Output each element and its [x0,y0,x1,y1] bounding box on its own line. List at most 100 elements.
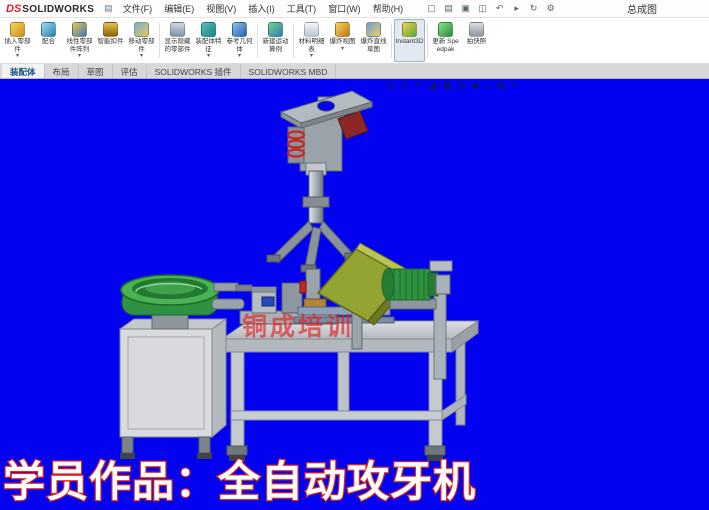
apply-scene-icon[interactable]: ▨ [497,80,506,91]
bill-of-materials-icon [304,22,319,37]
ribbon-button-label: 更新 Speedpak [431,38,460,53]
save-icon[interactable]: ▣ [459,3,472,14]
smart-fasteners-button[interactable]: 智能扣件 [95,19,126,62]
instant3d-icon [402,22,417,37]
assembly-features-icon [201,22,216,37]
new-motion-study-icon [268,22,283,37]
open-document-icon[interactable]: ▤ [442,3,455,14]
ribbon-separator [293,23,294,58]
reference-geometry-icon [232,22,247,37]
undo-icon[interactable]: ↶ [493,3,506,14]
section-view-icon[interactable]: ◪ [429,80,438,91]
ribbon-button-label: 爆炸视图 [330,38,356,46]
ribbon-separator [427,23,428,58]
graphics-viewport[interactable]: ◳ ◱ ↶ ◪ ▦ ◍ ◉ ◐ ▨ ◓ 铜成培训 学员作品：全自动攻牙机 [0,79,709,510]
ribbon-button-label: 新建运动算例 [261,38,290,53]
ribbon-button-label: 线性零部件阵列 [65,38,94,53]
zoom-area-icon[interactable]: ◱ [401,80,410,91]
quick-access-toolbar: ▢ ▤ ▣ ◫ ↶ ▸ ↻ ⚙ [425,3,557,14]
take-snapshot-button[interactable]: 拍快照 [461,19,492,62]
ribbon-button-label: 智能扣件 [98,38,124,46]
tab-assembly[interactable]: 装配体 [2,64,45,78]
zoom-fit-icon[interactable]: ◳ [386,80,395,91]
tab-evaluate[interactable]: 评估 [113,64,147,78]
command-manager-tabs: 装配体 布局 草图 评估 SOLIDWORKS 插件 SOLIDWORKS MB… [0,64,709,79]
explode-line-sketch-icon [366,22,381,37]
update-speedpak-button[interactable]: 更新 Speedpak [430,19,461,62]
mate-icon [41,22,56,37]
print-icon[interactable]: ◫ [476,3,489,14]
chevron-down-icon: ▾ [238,53,241,59]
exploded-view-button[interactable]: 爆炸视图 ▾ [327,19,358,62]
new-motion-study-button[interactable]: 新建运动算例 [260,19,291,62]
ribbon-button-label: 移动零部件 [127,38,156,53]
show-hidden-components-icon [170,22,185,37]
show-hidden-components-button[interactable]: 显示隐藏的零部件 [162,19,193,62]
explode-line-sketch-button[interactable]: 爆炸直线草图 [358,19,389,62]
chevron-down-icon: ▾ [16,53,19,59]
menu-window[interactable]: 窗口(W) [322,0,367,17]
new-document-icon[interactable]: ▢ [425,3,438,14]
brand-name: SOLIDWORKS [22,4,94,15]
linear-pattern-icon [72,22,87,37]
solidworks-logo: DS SOLIDWORKS [6,3,94,15]
reference-geometry-button[interactable]: 参考几何体 ▾ [224,19,255,62]
watermark-text: 铜成培训 [242,307,354,343]
solidworks-window: DS SOLIDWORKS ▤ 文件(F) 编辑(E) 视图(V) 插入(I) … [0,0,709,510]
chevron-down-icon: ▾ [140,53,143,59]
ribbon-button-label: 配合 [42,38,55,46]
chevron-down-icon: ▾ [310,53,313,59]
select-arrow-icon[interactable]: ▸ [510,3,523,14]
menu-help[interactable]: 帮助(H) [367,0,410,17]
tab-solidworks-mbd[interactable]: SOLIDWORKS MBD [241,64,337,78]
bill-of-materials-button[interactable]: 材料明细表 ▾ [296,19,327,62]
ribbon-button-label: 参考几何体 [225,38,254,53]
caption-text: 学员作品：全自动攻牙机 [3,458,476,506]
insert-components-button[interactable]: 插入零部件 ▾ [2,19,33,62]
instant3d-button[interactable]: Instant3D [394,19,425,62]
feeder-stand [120,319,226,459]
ribbon-separator [257,23,258,58]
menu-file[interactable]: 文件(F) [117,0,159,17]
ribbon-separator [159,23,160,58]
exploded-view-icon [335,22,350,37]
ribbon-button-label: 拍快照 [467,38,487,46]
display-style-icon[interactable]: ◍ [458,80,466,91]
menu-bar: DS SOLIDWORKS ▤ 文件(F) 编辑(E) 视图(V) 插入(I) … [0,0,709,18]
command-ribbon: 插入零部件 ▾ 配合 线性零部件阵列 ▾ 智能扣件 移动零部件 ▾ 显示隐藏的零… [0,18,709,64]
menu-edit[interactable]: 编辑(E) [158,0,200,17]
ribbon-separator [391,23,392,58]
machine-model [0,79,709,510]
hide-show-items-icon[interactable]: ◉ [471,80,479,91]
tab-layout[interactable]: 布局 [45,64,79,78]
tab-solidworks-addins[interactable]: SOLIDWORKS 插件 [147,64,241,78]
view-settings-icon[interactable]: ◓ [511,80,516,91]
options-icon[interactable]: ⚙ [544,3,557,14]
ribbon-button-label: 显示隐藏的零部件 [163,38,192,53]
ribbon-button-label: 插入零部件 [3,38,32,53]
document-icon: ▤ [104,3,113,14]
menu-insert[interactable]: 插入(I) [242,0,281,17]
document-title: 总成图 [627,1,703,16]
chevron-down-icon: ▾ [341,46,344,52]
linear-pattern-button[interactable]: 线性零部件阵列 ▾ [64,19,95,62]
tab-sketch[interactable]: 草图 [79,64,113,78]
edit-appearance-icon[interactable]: ◐ [485,80,490,91]
insert-components-icon [10,22,25,37]
menu-view[interactable]: 视图(V) [200,0,242,17]
ds-logo-icon: DS [6,3,21,15]
view-orientation-icon[interactable]: ▦ [443,80,452,91]
move-component-icon [134,22,149,37]
ribbon-button-label: Instant3D [396,38,424,46]
rebuild-icon[interactable]: ↻ [527,3,540,14]
previous-view-icon[interactable]: ↶ [415,80,423,91]
ribbon-button-label: 材料明细表 [297,38,326,53]
smart-fasteners-icon [103,22,118,37]
chevron-down-icon: ▾ [207,53,210,59]
mate-button[interactable]: 配合 [33,19,64,62]
menu-tools[interactable]: 工具(T) [281,0,323,17]
move-component-button[interactable]: 移动零部件 ▾ [126,19,157,62]
assembly-features-button[interactable]: 装配体特征 ▾ [193,19,224,62]
update-speedpak-icon [438,22,453,37]
chevron-down-icon: ▾ [78,53,81,59]
